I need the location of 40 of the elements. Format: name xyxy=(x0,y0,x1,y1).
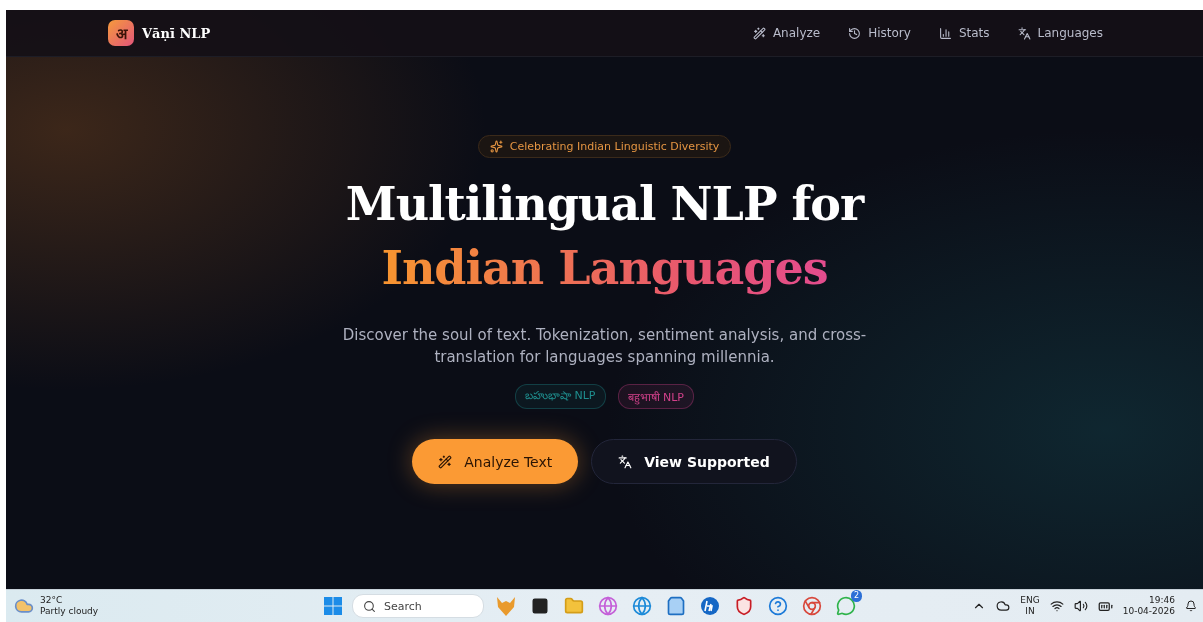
help-icon[interactable] xyxy=(766,594,790,618)
wifi-icon[interactable] xyxy=(1049,599,1064,613)
hero-title: Multilingual NLP for xyxy=(345,176,864,233)
volume-icon[interactable] xyxy=(1073,599,1088,613)
input-region[interactable]: IN xyxy=(1025,606,1035,617)
temperature: 32°C xyxy=(40,595,64,606)
taskbar-search[interactable]: Search xyxy=(352,594,484,618)
hero-badge: Celebrating Indian Linguistic Diversity xyxy=(477,135,732,158)
history-icon xyxy=(848,26,862,40)
sparkles-icon xyxy=(489,140,503,153)
nav-link[interactable]: History xyxy=(848,26,911,40)
start-icon[interactable] xyxy=(324,597,342,615)
bar-chart-icon xyxy=(938,26,952,40)
clock-time[interactable]: 19:46 xyxy=(1149,595,1175,606)
browser-icon[interactable] xyxy=(630,594,654,618)
search-icon xyxy=(363,599,376,613)
search-placeholder: Search xyxy=(384,599,422,613)
view-supported-button[interactable]: View Supported xyxy=(591,439,797,484)
translate-icon xyxy=(618,454,633,469)
wand-icon xyxy=(752,26,766,40)
analyze-button[interactable]: Analyze Text xyxy=(412,439,579,484)
hp-logo-icon[interactable] xyxy=(698,594,722,618)
brand-name: Vāṇī NLP xyxy=(142,25,211,41)
wand-icon xyxy=(438,454,453,469)
language-tag: बहुभाषी NLP xyxy=(617,384,694,409)
hero-subtitle: Discover the soul of text. Tokenization, sentiment analysis, and cross-translation for languages spanning millennia. xyxy=(341,325,868,368)
weather-condition: Partly cloudy xyxy=(40,606,99,617)
nav-link[interactable]: Languages xyxy=(1017,26,1103,40)
notification-count: 2 xyxy=(850,590,862,602)
cloud-icon[interactable] xyxy=(996,599,1011,613)
logo-icon[interactable]: अ xyxy=(108,20,134,46)
nav-link[interactable]: Stats xyxy=(938,26,990,40)
input-language[interactable]: ENG xyxy=(1020,595,1040,606)
chrome-icon[interactable] xyxy=(800,594,824,618)
nav-link[interactable]: Analyze xyxy=(752,26,821,40)
weather-icon[interactable] xyxy=(14,596,34,616)
clock-date[interactable]: 10-04-2026 xyxy=(1122,606,1175,617)
notification-icon[interactable] xyxy=(1185,600,1197,612)
translate-icon xyxy=(1017,26,1031,40)
language-tag: బహుభాషా NLP xyxy=(515,384,606,409)
